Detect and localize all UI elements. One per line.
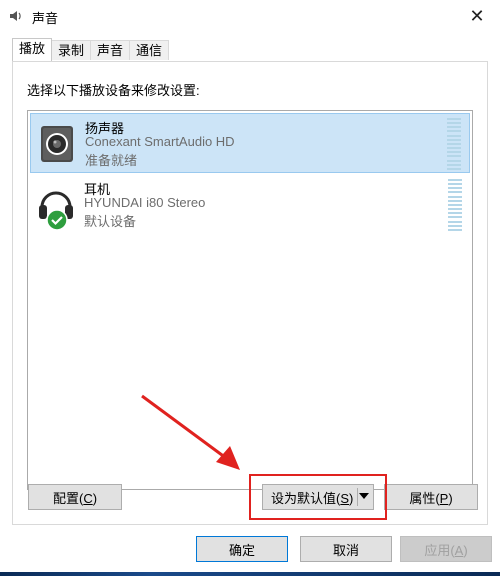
speaker-icon xyxy=(10,11,21,21)
tab-recording[interactable]: 录制 xyxy=(51,40,92,60)
playback-panel: 选择以下播放设备来修改设置: 扬声器 Conexant SmartAudio H… xyxy=(12,61,488,525)
device-item-speaker[interactable]: 扬声器 Conexant SmartAudio HD 准备就绪 xyxy=(30,113,470,173)
tab-playback[interactable]: 播放 xyxy=(12,38,53,61)
ok-button[interactable]: 确定 xyxy=(196,536,288,562)
volume-meter xyxy=(447,118,461,170)
title-bar: 声音 ✕ xyxy=(0,0,500,32)
close-button[interactable]: ✕ xyxy=(454,0,500,32)
properties-button[interactable]: 属性(P) xyxy=(384,484,478,510)
instruction-text: 选择以下播放设备来修改设置: xyxy=(27,83,200,98)
default-check-icon xyxy=(46,209,68,231)
tab-sounds[interactable]: 声音 xyxy=(90,40,131,60)
close-icon: ✕ xyxy=(469,5,485,26)
device-description: Conexant SmartAudio HD xyxy=(85,134,235,149)
speaker-icon xyxy=(41,126,73,162)
apply-button-label: 应用(A) xyxy=(424,542,468,558)
volume-meter xyxy=(448,179,462,231)
configure-button[interactable]: 配置(C) xyxy=(28,484,122,510)
device-item-headphones[interactable]: 耳机 HYUNDAI i80 Stereo 默认设备 xyxy=(30,175,470,235)
cancel-button[interactable]: 取消 xyxy=(300,536,392,562)
window-title: 声音 xyxy=(32,11,59,26)
highlight-box xyxy=(249,474,387,520)
device-status: 默认设备 xyxy=(84,214,137,229)
device-status: 准备就绪 xyxy=(85,153,138,168)
device-description: HYUNDAI i80 Stereo xyxy=(84,195,206,210)
configure-button-label: 配置(C) xyxy=(52,490,98,506)
taskbar-edge xyxy=(0,572,500,576)
tab-bar: 播放 录制 声音 通信 xyxy=(12,38,170,62)
device-list[interactable]: 扬声器 Conexant SmartAudio HD 准备就绪 耳机 HYUND… xyxy=(27,110,473,490)
properties-button-label: 属性(P) xyxy=(409,490,453,506)
apply-button[interactable]: 应用(A) xyxy=(400,536,492,562)
tab-communications[interactable]: 通信 xyxy=(129,40,170,60)
